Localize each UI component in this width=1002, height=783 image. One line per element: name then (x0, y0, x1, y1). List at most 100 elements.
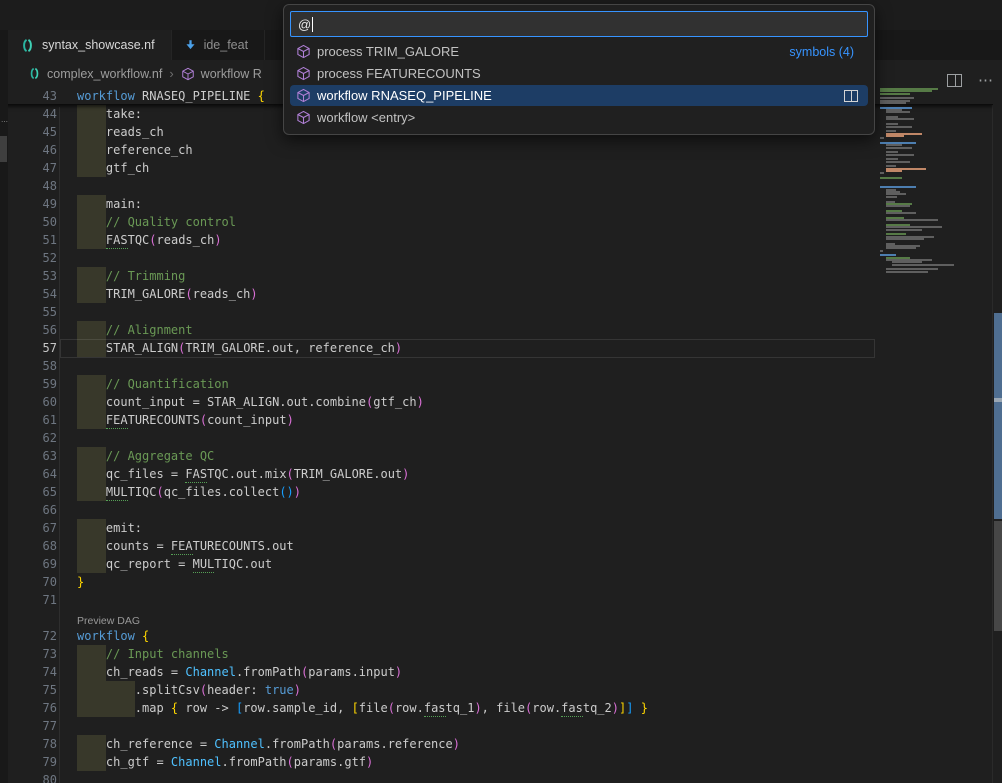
code-token: row. (395, 701, 424, 715)
line-number[interactable]: 61 (0, 411, 57, 429)
line-number[interactable]: 79 (0, 753, 57, 771)
code-token: ) (474, 701, 481, 715)
code-line[interactable]: 68 counts = FEATURECOUNTS.out (0, 537, 993, 555)
item-label: process FEATURECOUNTS (317, 66, 481, 81)
line-number[interactable]: 80 (0, 771, 57, 783)
code-line[interactable]: 49 main: (0, 195, 993, 213)
minimap-line (886, 219, 938, 221)
code-line[interactable]: 79 ch_gtf = Channel.fromPath(params.gtf) (0, 753, 993, 771)
tab-ide-features[interactable]: ide_feat (172, 30, 265, 60)
minimap-line (886, 154, 914, 156)
line-number[interactable]: 69 (0, 555, 57, 573)
code-line[interactable]: 77 (0, 717, 993, 735)
line-number[interactable]: 77 (0, 717, 57, 735)
code-line[interactable]: 55 (0, 303, 993, 321)
code-line[interactable]: 66 (0, 501, 993, 519)
line-number[interactable]: 72 (0, 627, 57, 645)
line-number[interactable]: 58 (0, 357, 57, 375)
code-line[interactable]: 60 count_input = STAR_ALIGN.out.combine(… (0, 393, 993, 411)
more-actions-icon[interactable]: ⋯ (978, 76, 994, 86)
code-line[interactable]: 56 // Alignment (0, 321, 993, 339)
line-number[interactable]: 53 (0, 267, 57, 285)
code-line[interactable]: 64 qc_files = FASTQC.out.mix(TRIM_GALORE… (0, 465, 993, 483)
code-line[interactable]: 46 reference_ch (0, 141, 993, 159)
line-number[interactable]: 60 (0, 393, 57, 411)
code-line[interactable]: 53 // Trimming (0, 267, 993, 285)
line-number[interactable]: 56 (0, 321, 57, 339)
code-line[interactable]: 73 // Input channels (0, 645, 993, 663)
quick-open-item[interactable]: workflow <entry> (290, 107, 868, 128)
split-editor-icon[interactable] (947, 74, 962, 87)
minimap-line (880, 172, 884, 174)
code-line[interactable]: 54 TRIM_GALORE(reads_ch) (0, 285, 993, 303)
code-line[interactable]: 59 // Quantification (0, 375, 993, 393)
code-token: take: (77, 107, 142, 121)
split-editor-icon[interactable] (844, 90, 858, 102)
code-line[interactable]: 52 (0, 249, 993, 267)
code-token: [ (352, 701, 359, 715)
code-line[interactable]: 75 .splitCsv(header: true) (0, 681, 993, 699)
code-line[interactable]: 76 .map { row -> [row.sample_id, [file(r… (0, 699, 993, 717)
line-number[interactable]: 78 (0, 735, 57, 753)
code-line[interactable]: 71 (0, 591, 993, 609)
line-number[interactable]: 43 (0, 87, 57, 105)
code-line[interactable]: 74 ch_reads = Channel.fromPath(params.in… (0, 663, 993, 681)
line-number[interactable]: 50 (0, 213, 57, 231)
code-line[interactable]: 50 // Quality control (0, 213, 993, 231)
line-number[interactable]: 66 (0, 501, 57, 519)
editor-actions: ⋯ (947, 74, 994, 87)
code-line[interactable]: 47 gtf_ch (0, 159, 993, 177)
symbols-count-badge[interactable]: symbols (4) (789, 45, 854, 59)
minimap[interactable] (880, 88, 973, 288)
line-number[interactable]: 76 (0, 699, 57, 717)
code-line[interactable]: 63 // Aggregate QC (0, 447, 993, 465)
vscode-window: syntax_showcase.nf ide_feat ⋯ complex_wo… (0, 0, 1002, 783)
quick-open-item[interactable]: process FEATURECOUNTS (290, 63, 868, 84)
breadcrumb-file[interactable]: complex_workflow.nf (47, 67, 162, 81)
line-number[interactable]: 57 (0, 339, 57, 357)
scrollbar-thumb[interactable] (994, 313, 1002, 519)
line-number[interactable]: 73 (0, 645, 57, 663)
minimap-line (886, 118, 914, 120)
code-line[interactable]: 65 MULTIQC(qc_files.collect()) (0, 483, 993, 501)
code-line[interactable]: 62 (0, 429, 993, 447)
code-line[interactable]: 69 qc_report = MULTIQC.out (0, 555, 993, 573)
line-number[interactable]: 52 (0, 249, 57, 267)
code-token: fastq_1 (424, 701, 475, 715)
tab-syntax-showcase[interactable]: syntax_showcase.nf (8, 30, 172, 60)
line-number[interactable]: 65 (0, 483, 57, 501)
code-line[interactable]: 67 emit: (0, 519, 993, 537)
line-number[interactable]: 64 (0, 465, 57, 483)
quick-open-item[interactable]: process TRIM_GALOREsymbols (4) (290, 41, 868, 62)
quick-open-item[interactable]: workflow RNASEQ_PIPELINE (290, 85, 868, 106)
code-editor[interactable]: 43workflow RNASEQ_PIPELINE {44 take:45 r… (0, 87, 993, 783)
code-line[interactable]: 78 ch_reference = Channel.fromPath(param… (0, 735, 993, 753)
breadcrumb-symbol[interactable]: workflow R (201, 67, 262, 81)
line-number[interactable]: 59 (0, 375, 57, 393)
line-number[interactable]: 54 (0, 285, 57, 303)
code-line[interactable]: 57 STAR_ALIGN(TRIM_GALORE.out, reference… (0, 339, 993, 357)
quick-open-input[interactable]: @ (290, 11, 868, 37)
code-line[interactable]: 51 FASTQC(reads_ch) (0, 231, 993, 249)
line-number[interactable]: 75 (0, 681, 57, 699)
line-number[interactable]: 62 (0, 429, 57, 447)
line-number[interactable]: 67 (0, 519, 57, 537)
line-number[interactable]: 70 (0, 573, 57, 591)
line-number[interactable]: 68 (0, 537, 57, 555)
line-number[interactable]: 71 (0, 591, 57, 609)
line-number[interactable]: 55 (0, 303, 57, 321)
code-line[interactable]: 70} (0, 573, 993, 591)
code-line[interactable]: 72workflow { (0, 627, 993, 645)
code-line[interactable]: 58 (0, 357, 993, 375)
code-line[interactable]: 80 (0, 771, 993, 783)
line-number[interactable]: 51 (0, 231, 57, 249)
line-number[interactable]: 48 (0, 177, 57, 195)
line-number[interactable]: 74 (0, 663, 57, 681)
line-number[interactable]: 49 (0, 195, 57, 213)
line-number[interactable]: 46 (0, 141, 57, 159)
code-line[interactable]: 61 FEATURECOUNTS(count_input) (0, 411, 993, 429)
code-line[interactable]: 48 (0, 177, 993, 195)
code-token: reads_ch (157, 233, 215, 247)
line-number[interactable]: 47 (0, 159, 57, 177)
line-number[interactable]: 63 (0, 447, 57, 465)
